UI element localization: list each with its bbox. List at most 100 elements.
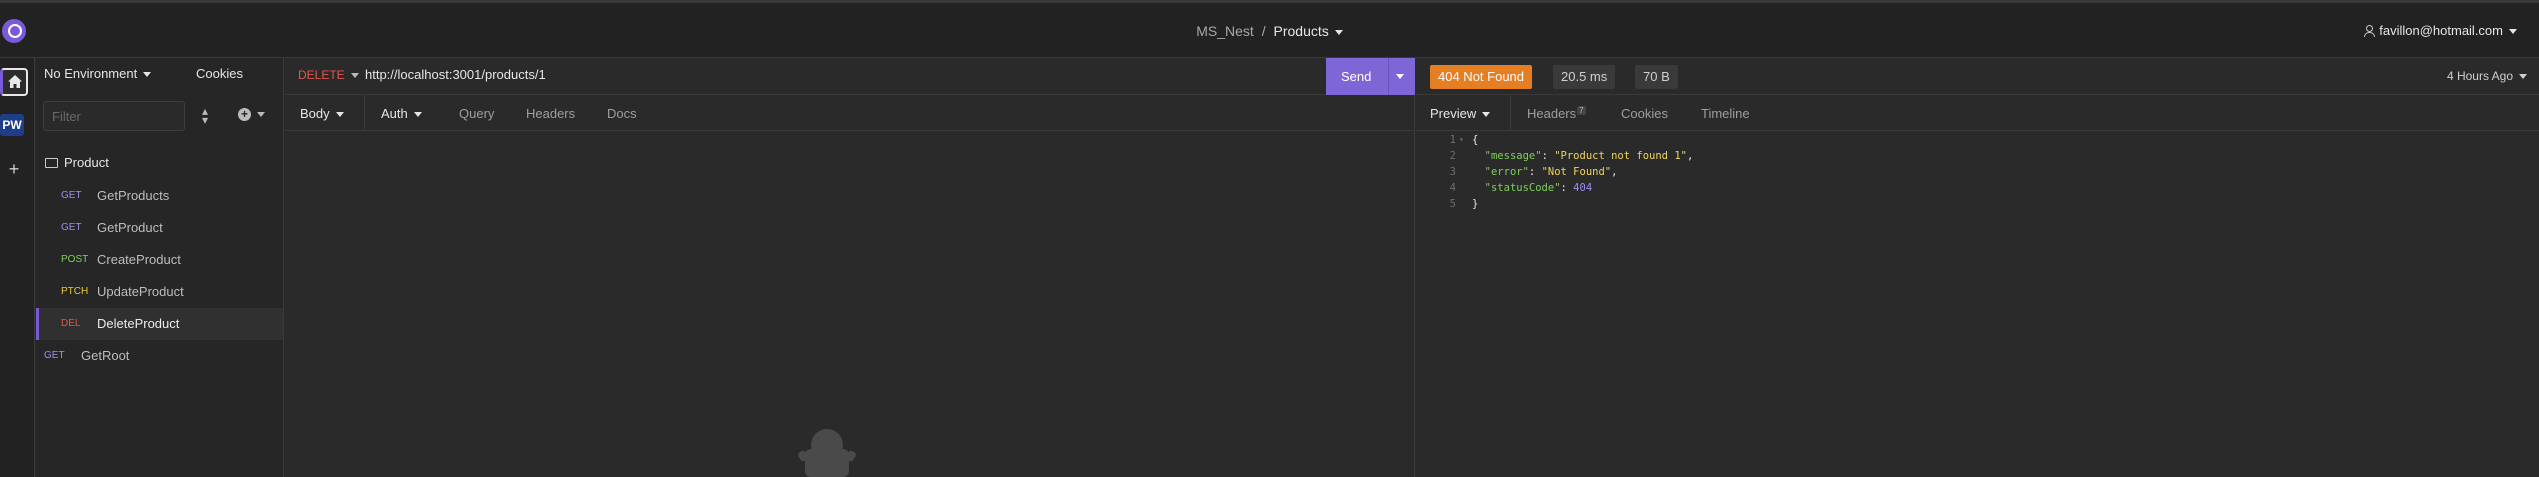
environment-label: No Environment xyxy=(44,66,138,81)
left-rail: PW + xyxy=(0,58,35,477)
response-tabs: Preview Headers 7 Cookies Timeline xyxy=(1416,95,2539,131)
response-time-badge: 20.5 ms xyxy=(1553,65,1616,89)
chevron-down-icon[interactable] xyxy=(1396,74,1404,79)
environment-select[interactable]: No Environment xyxy=(44,66,152,81)
code-line: 3 "error": "Not Found", xyxy=(1416,164,2539,180)
add-circle-icon: + xyxy=(238,108,251,122)
sidebar-request-getproducts[interactable]: GET GetProducts xyxy=(36,180,283,212)
response-body-viewer[interactable]: 1 ▾ { 2 "message": "Product not found 1"… xyxy=(1416,132,2539,212)
tab-body-label: Body xyxy=(300,106,344,121)
tab-auth[interactable]: Auth xyxy=(381,106,422,121)
empty-state-illustration xyxy=(798,429,856,477)
request-name: GetProduct xyxy=(97,220,163,235)
chevron-down-icon xyxy=(1482,112,1491,118)
response-age: 4 Hours Ago xyxy=(2446,69,2513,83)
code-text: "message": "Product not found 1", xyxy=(1484,150,1694,162)
code-line: 5 } xyxy=(1416,196,2539,212)
code-line: 4 "statusCode": 404 xyxy=(1416,180,2539,196)
tab-preview-text: Preview xyxy=(1430,106,1477,121)
folder-label: Product xyxy=(64,155,109,170)
code-line: 1 ▾ { xyxy=(1416,132,2539,148)
line-number: 5 xyxy=(1449,198,1456,210)
request-tabs: Body Auth Query Headers Docs xyxy=(285,95,1415,131)
url-input[interactable]: http://localhost:3001/products/1 xyxy=(365,67,546,82)
plus-icon[interactable]: + xyxy=(2,157,26,181)
chevron-down-icon xyxy=(257,112,265,118)
tab-timeline[interactable]: Timeline xyxy=(1701,106,1750,121)
json-string: "Not Found" xyxy=(1541,166,1612,178)
send-button[interactable]: Send xyxy=(1326,58,1415,95)
code-line: 2 "message": "Product not found 1", xyxy=(1416,148,2539,164)
line-number: 2 xyxy=(1449,150,1456,162)
sidebar: No Environment Cookies ▴▾ + Product GET … xyxy=(36,58,284,477)
chevron-down-icon xyxy=(350,73,359,79)
json-key: "message" xyxy=(1484,150,1542,162)
fold-toggle-icon[interactable]: ▾ xyxy=(1459,132,1464,148)
breadcrumb-separator: / xyxy=(1261,23,1266,39)
method-badge: GET xyxy=(61,190,82,201)
account-email: favillon@hotmail.com xyxy=(2379,23,2503,38)
method-badge: GET xyxy=(61,222,82,233)
breadcrumb: MS_Nest / Products xyxy=(0,23,2539,39)
line-number: 3 xyxy=(1449,166,1456,178)
request-name: GetRoot xyxy=(81,348,130,363)
sidebar-request-createproduct[interactable]: POST CreateProduct xyxy=(36,244,283,276)
tab-body[interactable]: Body xyxy=(285,95,365,131)
line-number: 1 xyxy=(1449,134,1456,146)
sidebar-request-deleteproduct[interactable]: DEL DeleteProduct xyxy=(36,308,283,340)
code-text: } xyxy=(1472,198,1479,210)
tab-docs[interactable]: Docs xyxy=(607,106,637,121)
tab-auth-text: Auth xyxy=(381,106,408,121)
response-pane: 404 Not Found 20.5 ms 70 B 4 Hours Ago P… xyxy=(1416,58,2539,477)
add-menu-button[interactable]: + xyxy=(238,107,265,125)
folder-product[interactable]: Product xyxy=(45,155,109,170)
method-badge: GET xyxy=(44,350,65,361)
tab-response-cookies[interactable]: Cookies xyxy=(1621,106,1668,121)
code-text: "statusCode": 404 xyxy=(1484,182,1593,194)
tab-body-text: Body xyxy=(300,106,330,121)
chevron-down-icon xyxy=(2519,74,2527,80)
sidebar-request-getproduct[interactable]: GET GetProduct xyxy=(36,212,283,244)
method-select[interactable]: DELETE xyxy=(298,68,359,82)
tab-response-headers[interactable]: Headers 7 xyxy=(1527,106,1586,121)
response-history-select[interactable]: 4 Hours Ago xyxy=(2447,69,2527,83)
code-text: { xyxy=(1472,134,1479,146)
request-name: GetProducts xyxy=(97,188,170,203)
request-pane: DELETE http://localhost:3001/products/1 … xyxy=(285,58,1415,477)
json-key: "error" xyxy=(1484,166,1529,178)
chevron-down-icon xyxy=(2509,29,2517,35)
breadcrumb-collection[interactable]: Products xyxy=(1274,23,1343,39)
json-string: "Product not found 1" xyxy=(1554,150,1687,162)
method-label: DELETE xyxy=(298,68,345,82)
chevron-down-icon xyxy=(1334,29,1343,35)
sidebar-request-getroot[interactable]: GET GetRoot xyxy=(36,340,283,372)
status-badge: 404 Not Found xyxy=(1430,65,1533,89)
user-icon xyxy=(2364,25,2376,37)
json-key: "statusCode" xyxy=(1484,182,1561,194)
workspace-badge[interactable]: PW xyxy=(0,114,24,136)
sort-icon[interactable]: ▴ ▾ xyxy=(197,105,213,126)
home-button[interactable] xyxy=(0,68,28,96)
code-text: "error": "Not Found", xyxy=(1484,166,1618,178)
account-menu[interactable]: favillon@hotmail.com xyxy=(2364,23,2517,38)
tab-preview[interactable]: Preview xyxy=(1416,95,1511,131)
breadcrumb-project[interactable]: MS_Nest xyxy=(1196,23,1254,39)
tab-query[interactable]: Query xyxy=(459,106,494,121)
cookies-button[interactable]: Cookies xyxy=(196,66,243,81)
response-status-bar: 404 Not Found 20.5 ms 70 B 4 Hours Ago xyxy=(1416,58,2539,95)
tab-response-headers-text: Headers xyxy=(1527,106,1577,121)
method-badge: DEL xyxy=(61,318,81,329)
json-punct: , xyxy=(1686,150,1694,162)
chevron-down-icon xyxy=(143,72,152,78)
filter-input[interactable] xyxy=(43,101,185,131)
tab-headers[interactable]: Headers xyxy=(526,106,575,121)
chevron-down-icon xyxy=(335,112,344,118)
sidebar-request-updateproduct[interactable]: PTCH UpdateProduct xyxy=(36,276,283,308)
request-name: UpdateProduct xyxy=(97,284,184,299)
json-punct: , xyxy=(1611,166,1618,178)
folder-icon xyxy=(45,158,58,168)
home-icon xyxy=(8,75,22,88)
url-bar: DELETE http://localhost:3001/products/1 … xyxy=(285,58,1415,95)
method-badge: POST xyxy=(61,254,89,265)
send-label: Send xyxy=(1341,69,1372,84)
